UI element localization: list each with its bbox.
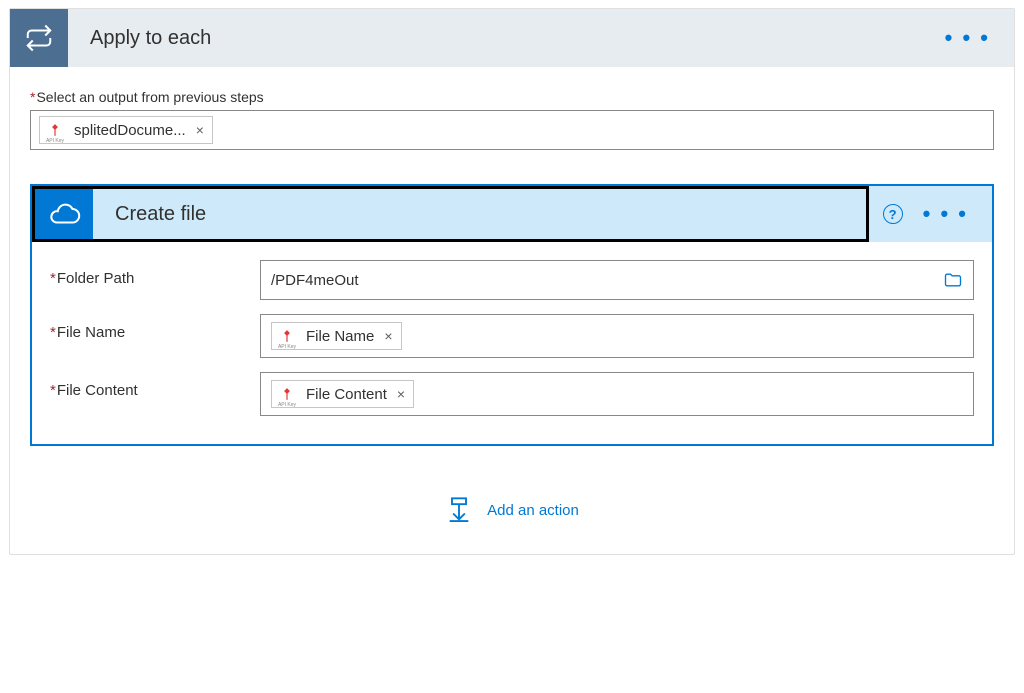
api-key-icon: API Key bbox=[44, 119, 66, 141]
file-name-input[interactable]: API Key File Name × bbox=[260, 314, 974, 358]
folder-path-input[interactable]: /PDF4meOut bbox=[260, 260, 974, 300]
file-name-label: *File Name bbox=[50, 314, 260, 341]
cloud-icon bbox=[35, 189, 93, 239]
select-output-label: *Select an output from previous steps bbox=[30, 89, 994, 105]
select-output-input[interactable]: API Key splitedDocume... × bbox=[30, 110, 994, 150]
apply-to-each-title: Apply to each bbox=[68, 27, 939, 50]
output-token-remove[interactable]: × bbox=[194, 122, 206, 138]
apply-to-each-menu-button[interactable]: • • • bbox=[939, 33, 996, 43]
insert-step-icon bbox=[445, 496, 473, 524]
folder-picker-icon[interactable] bbox=[943, 270, 963, 290]
folder-path-label: *Folder Path bbox=[50, 260, 260, 287]
file-content-row: *File Content API Key F bbox=[50, 372, 974, 416]
file-name-token-label: File Name bbox=[306, 328, 374, 345]
api-key-icon: API Key bbox=[276, 325, 298, 347]
create-file-title: Create file bbox=[93, 203, 866, 226]
apply-to-each-header[interactable]: Apply to each • • • bbox=[10, 9, 1014, 67]
create-file-menu-button[interactable]: • • • bbox=[917, 209, 974, 219]
file-name-row: *File Name API Key File bbox=[50, 314, 974, 358]
file-content-label: *File Content bbox=[50, 372, 260, 399]
file-name-token-remove[interactable]: × bbox=[382, 328, 394, 344]
add-action-button[interactable]: Add an action bbox=[30, 496, 994, 524]
create-file-header[interactable]: Create file ? • • • bbox=[32, 186, 992, 242]
folder-path-value: /PDF4meOut bbox=[271, 272, 943, 289]
output-token[interactable]: API Key splitedDocume... × bbox=[39, 116, 213, 144]
file-content-token-label: File Content bbox=[306, 386, 387, 403]
create-file-body: *Folder Path /PDF4meOut bbox=[32, 242, 992, 444]
folder-path-row: *Folder Path /PDF4meOut bbox=[50, 260, 974, 300]
add-action-label: Add an action bbox=[487, 502, 579, 519]
loop-icon bbox=[10, 9, 68, 67]
apply-to-each-body: *Select an output from previous steps AP… bbox=[10, 67, 1014, 554]
apply-to-each-card: Apply to each • • • *Select an output fr… bbox=[9, 8, 1015, 555]
file-content-input[interactable]: API Key File Content × bbox=[260, 372, 974, 416]
output-token-label: splitedDocume... bbox=[74, 122, 186, 139]
file-content-token[interactable]: API Key File Content × bbox=[271, 380, 414, 408]
file-content-token-remove[interactable]: × bbox=[395, 386, 407, 402]
required-asterisk: * bbox=[30, 89, 35, 105]
create-file-card: Create file ? • • • *Folder Path /PDF4me… bbox=[30, 184, 994, 446]
file-name-token[interactable]: API Key File Name × bbox=[271, 322, 402, 350]
help-icon[interactable]: ? bbox=[883, 204, 903, 224]
api-key-icon: API Key bbox=[276, 383, 298, 405]
